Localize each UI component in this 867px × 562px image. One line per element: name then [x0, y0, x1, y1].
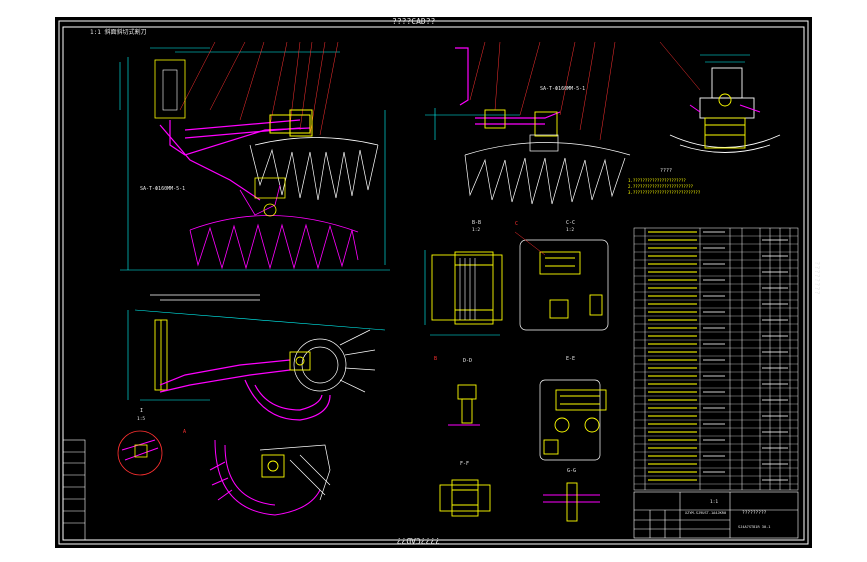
- section-gg-view: G-G: [543, 468, 600, 522]
- top-banner: ????CAD??: [392, 17, 436, 26]
- section-dd-label: D-D: [463, 358, 472, 364]
- section-gg-label: G-G: [567, 468, 576, 474]
- arc-detail-view: [209, 439, 331, 516]
- section-bb-view: B-B 1:2: [424, 220, 503, 336]
- top-view-middle: SA-T-Ф160MM-5-1: [425, 41, 631, 205]
- sheet-title: 1:1 斜面斜切式割刀: [90, 28, 146, 36]
- technical-notes: ???? 1.?????????????????????? 2.????????…: [628, 168, 701, 195]
- left-revision-table: [62, 439, 86, 541]
- section-dd-view: D-D: [448, 358, 480, 426]
- section-ff-label: F-F: [460, 461, 469, 467]
- tech-notes-title: ????: [660, 168, 672, 174]
- main-assembly-view: SA-T-Ф160MM-5-1: [119, 41, 390, 271]
- outer-frame: [58, 20, 809, 545]
- svg-text:SA-T-Ф160MM-5-1: SA-T-Ф160MM-5-1: [540, 86, 585, 92]
- svg-text:2.?????????????????????????: 2.?????????????????????????: [628, 184, 694, 189]
- svg-text:A: A: [183, 429, 186, 435]
- title-block-scale: 1:1: [710, 499, 718, 505]
- detail-i-view: I 1:5: [117, 408, 163, 476]
- svg-text:3.????????????????????????????: 3.????????????????????????????: [628, 190, 701, 195]
- top-view-right: [659, 41, 781, 153]
- svg-text:1:2: 1:2: [566, 227, 574, 233]
- svg-text:C: C: [515, 221, 518, 227]
- section-bb-label: B-B: [472, 220, 481, 226]
- section-ee-view: E-E: [539, 356, 607, 461]
- bottom-banner: ????CAD??: [396, 536, 440, 545]
- svg-text:1:5: 1:5: [137, 416, 145, 422]
- bottom-left-view: [127, 294, 386, 421]
- section-markers: A B C: [183, 221, 518, 435]
- svg-text:SA-T-Ф160MM-5-1: SA-T-Ф160MM-5-1: [140, 186, 185, 192]
- svg-text:B: B: [434, 356, 437, 362]
- title-block-name: ?????????: [742, 510, 767, 516]
- cad-drawing: ????CAD?? ????CAD?? ???????? 1:1 斜面斜切式割刀: [58, 17, 821, 545]
- svg-text:1.??????????????????????: 1.??????????????????????: [628, 178, 686, 183]
- svg-text:1:2: 1:2: [472, 227, 480, 233]
- section-ff-view: F-F: [439, 461, 491, 517]
- title-block-drawing-no: SJ4A7ST81R 30-1: [738, 525, 770, 529]
- section-cc-label: C-C: [566, 220, 575, 226]
- section-cc-view: C-C 1:2: [514, 220, 609, 331]
- detail-i-label: I: [140, 408, 143, 414]
- inner-frame: [62, 26, 805, 541]
- title-block: XZYM-SJ9UST-1A4JKR0 ????????? SJ4A7ST81R…: [633, 491, 799, 539]
- section-ee-label: E-E: [566, 356, 575, 362]
- title-block-code: XZYM-SJ9UST-1A4JKR0: [685, 511, 726, 515]
- side-banner: ????????: [813, 261, 821, 295]
- bom-table: [633, 227, 799, 491]
